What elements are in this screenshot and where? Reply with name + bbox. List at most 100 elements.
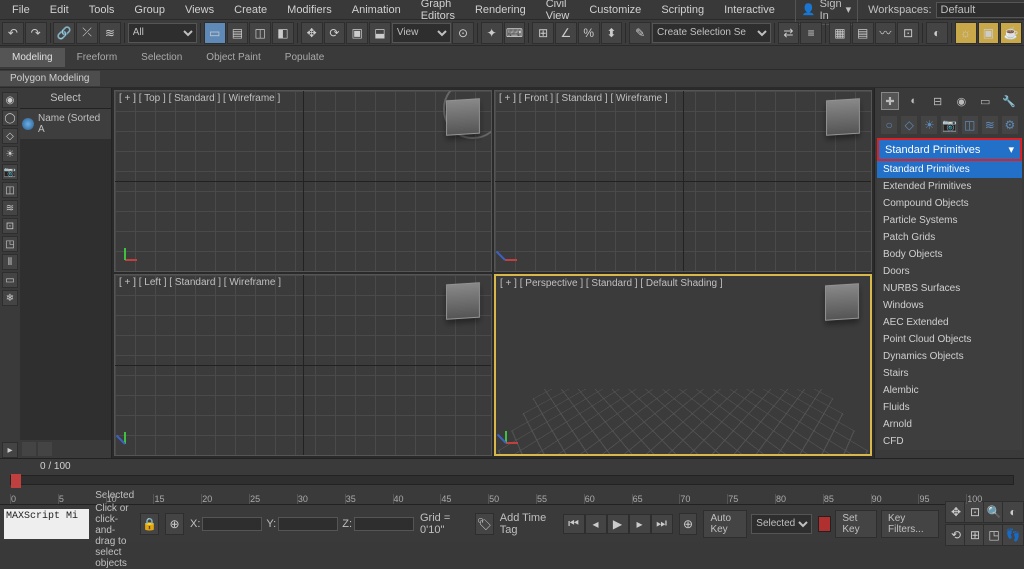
key-mode-icon[interactable]: ⊕ (679, 513, 698, 535)
primitive-type-dropdown[interactable]: Standard Primitives ▾ (877, 138, 1022, 161)
unlink-button[interactable]: ⤫ (76, 22, 98, 44)
curve-editor-button[interactable]: 〰 (875, 22, 897, 44)
maxscript-listener[interactable]: MAXScript Mi (4, 509, 89, 539)
menu-tools[interactable]: Tools (81, 2, 123, 18)
ribbon-tab-object-paint[interactable]: Object Paint (194, 48, 272, 67)
select-manipulate-button[interactable]: ✦ (481, 22, 503, 44)
abs-transform-icon[interactable]: ⊕ (165, 513, 184, 535)
key-filters-select[interactable]: Selected (751, 514, 812, 534)
list-item-compound-objects[interactable]: Compound Objects (877, 195, 1022, 212)
link-button[interactable]: 🔗 (53, 22, 75, 44)
motion-tab[interactable]: ◉ (953, 92, 971, 110)
menu-customize[interactable]: Customize (581, 2, 649, 18)
menu-modifiers[interactable]: Modifiers (279, 2, 340, 18)
view-mode-icon-2[interactable] (38, 442, 52, 456)
display-tab[interactable]: ▭ (976, 92, 994, 110)
percent-snap-button[interactable]: % (578, 22, 600, 44)
display-helpers-icon[interactable]: ◫ (2, 182, 18, 198)
walk-icon[interactable]: 👣 (1002, 524, 1024, 546)
polygon-modeling-tab[interactable]: Polygon Modeling (0, 71, 100, 86)
time-tag-icon[interactable]: 🏷 (475, 513, 494, 535)
time-ruler[interactable]: 0510152025303540455055606570758085909510… (0, 488, 1024, 504)
edit-named-sel-button[interactable]: ✎ (629, 22, 651, 44)
menu-interactive[interactable]: Interactive (716, 2, 783, 18)
display-cameras-icon[interactable]: 📷 (2, 164, 18, 180)
schematic-view-button[interactable]: ⊡ (897, 22, 919, 44)
lights-icon[interactable]: ☀ (921, 116, 937, 134)
spacewarps-icon[interactable]: ≋ (982, 116, 998, 134)
list-item-particle-systems[interactable]: Particle Systems (877, 212, 1022, 229)
menu-views[interactable]: Views (177, 2, 222, 18)
viewport-top-label[interactable]: [ + ] [ Top ] [ Standard ] [ Wireframe ] (119, 93, 280, 104)
lock-selection-icon[interactable]: 🔒 (140, 513, 159, 535)
menu-rendering[interactable]: Rendering (467, 2, 534, 18)
redo-button[interactable]: ↷ (25, 22, 47, 44)
time-marker[interactable] (11, 474, 21, 488)
goto-start-button[interactable]: ⏮ (563, 514, 585, 534)
geometry-icon[interactable]: ○ (881, 116, 897, 134)
modify-tab[interactable]: ◐ (905, 92, 923, 110)
list-item-cfd[interactable]: CFD (877, 433, 1022, 450)
menu-scripting[interactable]: Scripting (653, 2, 712, 18)
display-lights-icon[interactable]: ☀ (2, 146, 18, 162)
viewcube-left[interactable] (446, 282, 480, 320)
viewport-perspective[interactable]: [ + ] [ Perspective ] [ Standard ] [ Def… (494, 274, 872, 456)
set-key-indicator[interactable] (818, 516, 831, 532)
render-setup-button[interactable]: ☼ (955, 22, 977, 44)
menu-create[interactable]: Create (226, 2, 275, 18)
add-time-tag[interactable]: Add Time Tag (500, 512, 557, 536)
bind-button[interactable]: ≋ (99, 22, 121, 44)
mirror-button[interactable]: ⇄ (778, 22, 800, 44)
display-all-icon[interactable]: ◉ (2, 92, 18, 108)
list-item-arnold[interactable]: Arnold (877, 416, 1022, 433)
ribbon-tab-populate[interactable]: Populate (273, 48, 336, 67)
layer-explorer-button[interactable]: ▦ (829, 22, 851, 44)
ribbon-tab-modeling[interactable]: Modeling (0, 48, 65, 67)
list-item-patch-grids[interactable]: Patch Grids (877, 229, 1022, 246)
scale-button[interactable]: ▣ (346, 22, 368, 44)
list-item-point-cloud[interactable]: Point Cloud Objects (877, 331, 1022, 348)
z-field[interactable] (354, 517, 414, 531)
shapes-icon[interactable]: ◇ (901, 116, 917, 134)
x-field[interactable] (202, 517, 262, 531)
list-item-dynamics[interactable]: Dynamics Objects (877, 348, 1022, 365)
ref-coord-system[interactable]: View (392, 23, 451, 43)
ribbon-tab-freeform[interactable]: Freeform (65, 48, 130, 67)
window-crossing-button[interactable]: ◧ (272, 22, 294, 44)
align-button[interactable]: ≡ (800, 22, 822, 44)
fov-icon[interactable]: ◐ (1002, 501, 1024, 523)
goto-end-button[interactable]: ⏭ (651, 514, 673, 534)
cameras-icon[interactable]: 📷 (941, 116, 957, 134)
list-item-windows[interactable]: Windows (877, 297, 1022, 314)
menu-file[interactable]: File (4, 2, 38, 18)
scroll-down-icon[interactable]: ▸ (2, 442, 18, 458)
menu-graph-editors[interactable]: Graph Editors (413, 0, 463, 24)
move-button[interactable]: ✥ (301, 22, 323, 44)
menu-civil-view[interactable]: Civil View (538, 0, 578, 24)
viewport-front-label[interactable]: [ + ] [ Front ] [ Standard ] [ Wireframe… (499, 93, 668, 104)
setkey-button[interactable]: Set Key (835, 510, 877, 538)
list-item-stairs[interactable]: Stairs (877, 365, 1022, 382)
named-selection-sets[interactable]: Create Selection Se (652, 23, 771, 43)
list-item-doors[interactable]: Doors (877, 263, 1022, 280)
display-shapes-icon[interactable]: ◇ (2, 128, 18, 144)
angle-snap-button[interactable]: ∠ (555, 22, 577, 44)
selection-filter[interactable]: All (128, 23, 197, 43)
spinner-snap-button[interactable]: ⬍ (601, 22, 623, 44)
systems-icon[interactable]: ⚙ (1002, 116, 1018, 134)
name-column-header[interactable]: Name (Sorted A (20, 109, 111, 139)
select-object-button[interactable]: ▭ (204, 22, 226, 44)
select-by-name-button[interactable]: ▤ (227, 22, 249, 44)
helpers-icon[interactable]: ◫ (962, 116, 978, 134)
time-slider[interactable] (10, 475, 1014, 485)
display-xrefs-icon[interactable]: ◳ (2, 236, 18, 252)
display-groups-icon[interactable]: ⊡ (2, 218, 18, 234)
display-containers-icon[interactable]: ▭ (2, 272, 18, 288)
undo-button[interactable]: ↶ (2, 22, 24, 44)
menu-group[interactable]: Group (126, 2, 173, 18)
prev-frame-button[interactable]: ◂ (585, 514, 607, 534)
viewport-persp-label[interactable]: [ + ] [ Perspective ] [ Standard ] [ Def… (500, 278, 723, 289)
ribbon-tab-selection[interactable]: Selection (129, 48, 194, 67)
viewport-front[interactable]: [ + ] [ Front ] [ Standard ] [ Wireframe… (494, 90, 872, 272)
snap-toggle-button[interactable]: ⊞ (532, 22, 554, 44)
